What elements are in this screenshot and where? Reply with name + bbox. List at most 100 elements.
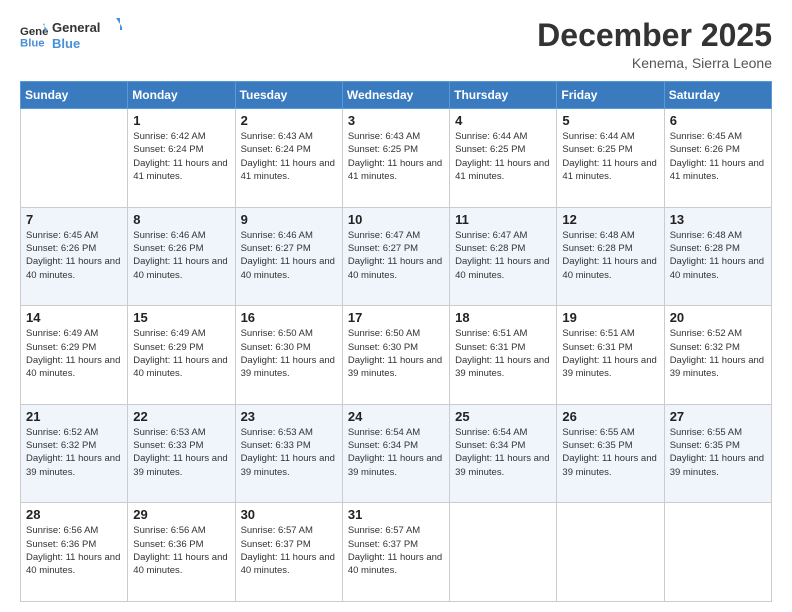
col-sunday: Sunday	[21, 82, 128, 109]
page: General Blue General Blue General Blue D…	[0, 0, 792, 612]
cell-info: Sunrise: 6:45 AMSunset: 6:26 PMDaylight:…	[26, 229, 122, 282]
calendar-cell-w3-d7: 20 Sunrise: 6:52 AMSunset: 6:32 PMDayligh…	[664, 306, 771, 405]
calendar-cell-w4-d1: 21 Sunrise: 6:52 AMSunset: 6:32 PMDayligh…	[21, 404, 128, 503]
day-number: 21	[26, 409, 122, 424]
day-number: 6	[670, 113, 766, 128]
calendar-cell-w1-d1	[21, 109, 128, 208]
cell-info: Sunrise: 6:48 AMSunset: 6:28 PMDaylight:…	[562, 229, 658, 282]
cell-info: Sunrise: 6:45 AMSunset: 6:26 PMDaylight:…	[670, 130, 766, 183]
calendar-cell-w1-d5: 4Sunrise: 6:44 AMSunset: 6:25 PMDaylight…	[450, 109, 557, 208]
col-monday: Monday	[128, 82, 235, 109]
cell-info: Sunrise: 6:50 AMSunset: 6:30 PMDaylight:…	[348, 327, 444, 380]
calendar-cell-w1-d6: 5 Sunrise: 6:44 AMSunset: 6:25 PMDaylight…	[557, 109, 664, 208]
calendar-week-3: 14Sunrise: 6:49 AMSunset: 6:29 PMDayligh…	[21, 306, 772, 405]
cell-info: Sunrise: 6:43 AMSunset: 6:25 PMDaylight:…	[348, 130, 444, 183]
day-number: 23	[241, 409, 337, 424]
day-number: 9	[241, 212, 337, 227]
day-number: 27	[670, 409, 766, 424]
svg-text:Blue: Blue	[20, 38, 45, 50]
calendar-cell-w3-d5: 18 Sunrise: 6:51 AMSunset: 6:31 PMDayligh…	[450, 306, 557, 405]
cell-info: Sunrise: 6:47 AMSunset: 6:27 PMDaylight:…	[348, 229, 444, 282]
calendar-cell-w1-d3: 2 Sunrise: 6:43 AMSunset: 6:24 PMDaylight…	[235, 109, 342, 208]
cell-info: Sunrise: 6:46 AMSunset: 6:26 PMDaylight:…	[133, 229, 229, 282]
cell-info: Sunrise: 6:52 AMSunset: 6:32 PMDaylight:…	[26, 426, 122, 479]
day-number: 15	[133, 310, 229, 325]
day-number: 26	[562, 409, 658, 424]
cell-info: Sunrise: 6:56 AMSunset: 6:36 PMDaylight:…	[133, 524, 229, 577]
cell-info: Sunrise: 6:57 AMSunset: 6:37 PMDaylight:…	[241, 524, 337, 577]
calendar-cell-w2-d5: 11Sunrise: 6:47 AMSunset: 6:28 PMDayligh…	[450, 207, 557, 306]
day-number: 8	[133, 212, 229, 227]
cell-info: Sunrise: 6:55 AMSunset: 6:35 PMDaylight:…	[670, 426, 766, 479]
day-number: 10	[348, 212, 444, 227]
day-number: 4	[455, 113, 551, 128]
cell-info: Sunrise: 6:54 AMSunset: 6:34 PMDaylight:…	[348, 426, 444, 479]
calendar-header-row: Sunday Monday Tuesday Wednesday Thursday…	[21, 82, 772, 109]
calendar-cell-w5-d5	[450, 503, 557, 602]
day-number: 11	[455, 212, 551, 227]
calendar-cell-w4-d2: 22 Sunrise: 6:53 AMSunset: 6:33 PMDayligh…	[128, 404, 235, 503]
cell-info: Sunrise: 6:57 AMSunset: 6:37 PMDaylight:…	[348, 524, 444, 577]
cell-info: Sunrise: 6:51 AMSunset: 6:31 PMDaylight:…	[562, 327, 658, 380]
day-number: 24	[348, 409, 444, 424]
cell-info: Sunrise: 6:55 AMSunset: 6:35 PMDaylight:…	[562, 426, 658, 479]
header: General Blue General Blue General Blue D…	[20, 18, 772, 71]
cell-info: Sunrise: 6:44 AMSunset: 6:25 PMDaylight:…	[562, 130, 658, 183]
day-number: 18	[455, 310, 551, 325]
calendar-cell-w5-d4: 31 Sunrise: 6:57 AMSunset: 6:37 PMDayligh…	[342, 503, 449, 602]
logo: General Blue General Blue General Blue	[20, 18, 122, 54]
calendar-cell-w2-d2: 8 Sunrise: 6:46 AMSunset: 6:26 PMDaylight…	[128, 207, 235, 306]
day-number: 12	[562, 212, 658, 227]
calendar-cell-w2-d1: 7 Sunrise: 6:45 AMSunset: 6:26 PMDaylight…	[21, 207, 128, 306]
cell-info: Sunrise: 6:52 AMSunset: 6:32 PMDaylight:…	[670, 327, 766, 380]
calendar-cell-w1-d7: 6 Sunrise: 6:45 AMSunset: 6:26 PMDaylight…	[664, 109, 771, 208]
cell-info: Sunrise: 6:49 AMSunset: 6:29 PMDaylight:…	[26, 327, 122, 380]
day-number: 2	[241, 113, 337, 128]
month-title: December 2025	[537, 18, 772, 53]
day-number: 20	[670, 310, 766, 325]
calendar-cell-w4-d4: 24 Sunrise: 6:54 AMSunset: 6:34 PMDayligh…	[342, 404, 449, 503]
cell-info: Sunrise: 6:48 AMSunset: 6:28 PMDaylight:…	[670, 229, 766, 282]
calendar-cell-w2-d3: 9Sunrise: 6:46 AMSunset: 6:27 PMDaylight…	[235, 207, 342, 306]
day-number: 29	[133, 507, 229, 522]
day-number: 19	[562, 310, 658, 325]
day-number: 5	[562, 113, 658, 128]
calendar-cell-w2-d4: 10 Sunrise: 6:47 AMSunset: 6:27 PMDayligh…	[342, 207, 449, 306]
cell-info: Sunrise: 6:43 AMSunset: 6:24 PMDaylight:…	[241, 130, 337, 183]
svg-text:General: General	[52, 20, 100, 35]
calendar-cell-w5-d2: 29 Sunrise: 6:56 AMSunset: 6:36 PMDayligh…	[128, 503, 235, 602]
calendar-cell-w3-d4: 17 Sunrise: 6:50 AMSunset: 6:30 PMDayligh…	[342, 306, 449, 405]
calendar-cell-w4-d3: 23Sunrise: 6:53 AMSunset: 6:33 PMDayligh…	[235, 404, 342, 503]
day-number: 3	[348, 113, 444, 128]
location: Kenema, Sierra Leone	[537, 55, 772, 71]
day-number: 28	[26, 507, 122, 522]
col-saturday: Saturday	[664, 82, 771, 109]
calendar-cell-w2-d6: 12 Sunrise: 6:48 AMSunset: 6:28 PMDayligh…	[557, 207, 664, 306]
header-right: December 2025 Kenema, Sierra Leone	[537, 18, 772, 71]
svg-text:Blue: Blue	[52, 36, 80, 51]
cell-info: Sunrise: 6:51 AMSunset: 6:31 PMDaylight:…	[455, 327, 551, 380]
cell-info: Sunrise: 6:56 AMSunset: 6:36 PMDaylight:…	[26, 524, 122, 577]
calendar-week-5: 28 Sunrise: 6:56 AMSunset: 6:36 PMDayligh…	[21, 503, 772, 602]
col-thursday: Thursday	[450, 82, 557, 109]
svg-text:General: General	[20, 26, 48, 38]
day-number: 7	[26, 212, 122, 227]
day-number: 13	[670, 212, 766, 227]
calendar-cell-w3-d2: 15 Sunrise: 6:49 AMSunset: 6:29 PMDayligh…	[128, 306, 235, 405]
calendar-table: Sunday Monday Tuesday Wednesday Thursday…	[20, 81, 772, 602]
calendar-cell-w4-d5: 25Sunrise: 6:54 AMSunset: 6:34 PMDayligh…	[450, 404, 557, 503]
calendar-cell-w5-d1: 28 Sunrise: 6:56 AMSunset: 6:36 PMDayligh…	[21, 503, 128, 602]
day-number: 31	[348, 507, 444, 522]
calendar-cell-w3-d1: 14Sunrise: 6:49 AMSunset: 6:29 PMDayligh…	[21, 306, 128, 405]
cell-info: Sunrise: 6:50 AMSunset: 6:30 PMDaylight:…	[241, 327, 337, 380]
calendar-cell-w2-d7: 13 Sunrise: 6:48 AMSunset: 6:28 PMDayligh…	[664, 207, 771, 306]
calendar-cell-w1-d2: 1Sunrise: 6:42 AMSunset: 6:24 PMDaylight…	[128, 109, 235, 208]
calendar-cell-w4-d6: 26 Sunrise: 6:55 AMSunset: 6:35 PMDayligh…	[557, 404, 664, 503]
day-number: 17	[348, 310, 444, 325]
calendar-cell-w1-d4: 3 Sunrise: 6:43 AMSunset: 6:25 PMDaylight…	[342, 109, 449, 208]
cell-info: Sunrise: 6:49 AMSunset: 6:29 PMDaylight:…	[133, 327, 229, 380]
cell-info: Sunrise: 6:53 AMSunset: 6:33 PMDaylight:…	[133, 426, 229, 479]
col-friday: Friday	[557, 82, 664, 109]
day-number: 22	[133, 409, 229, 424]
day-number: 30	[241, 507, 337, 522]
